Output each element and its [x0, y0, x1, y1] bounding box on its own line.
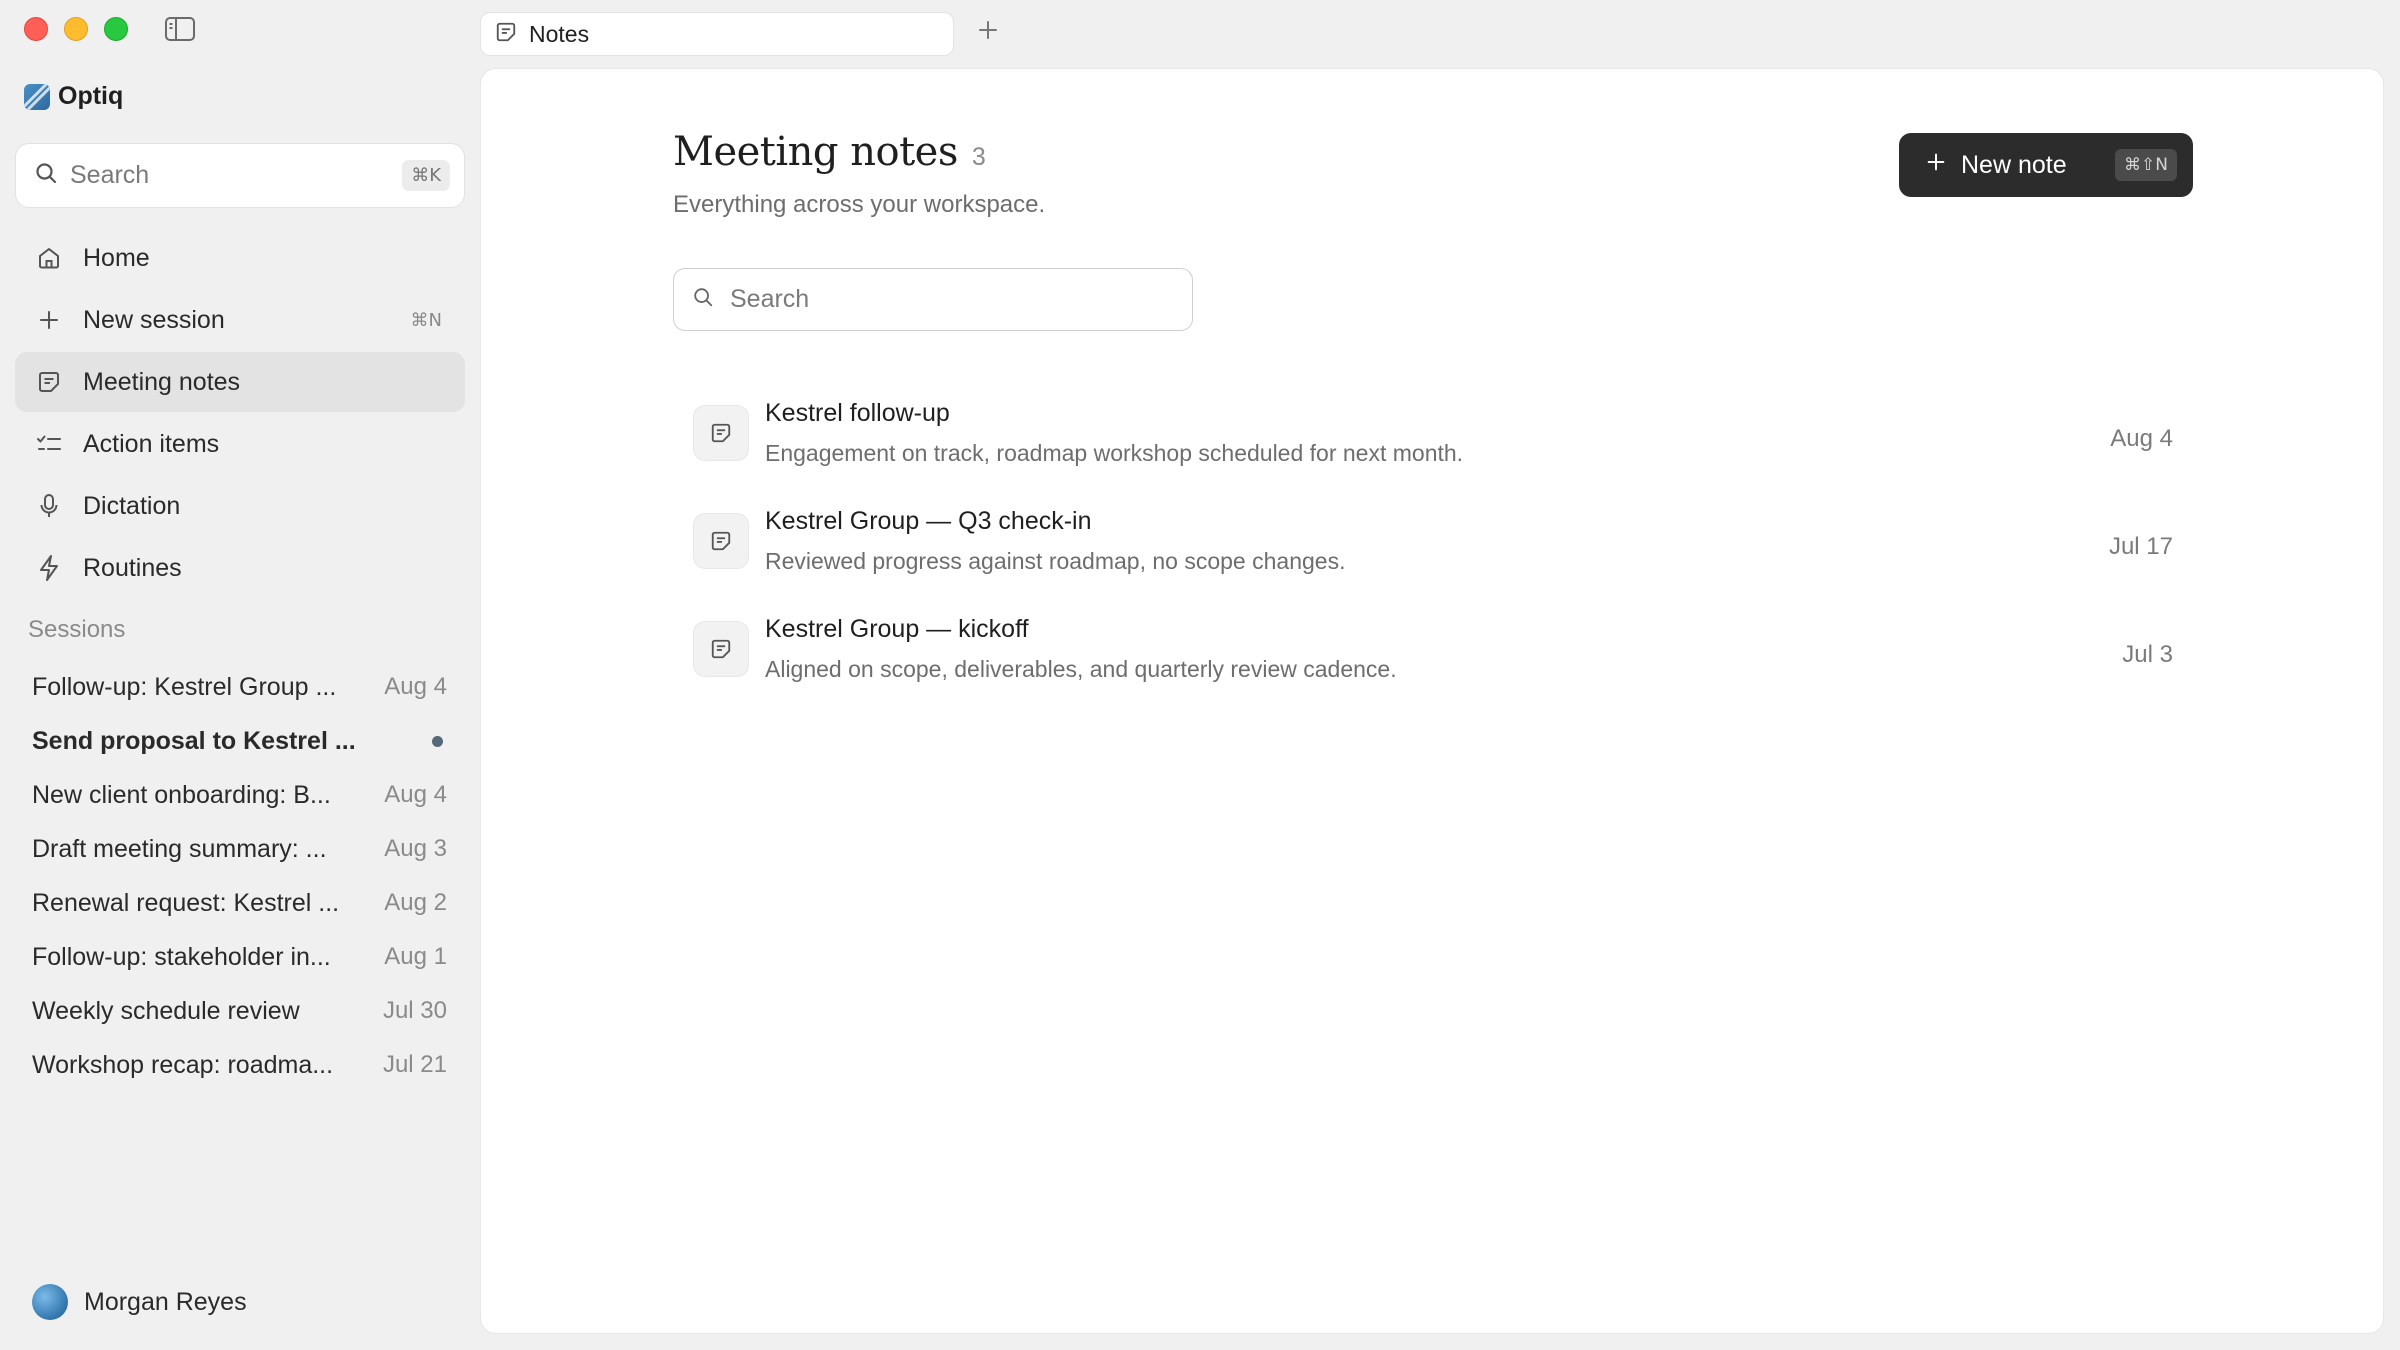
sidebar-item-label: Routines — [83, 553, 182, 582]
search-icon — [692, 286, 714, 313]
avatar — [32, 1284, 68, 1320]
new-tab-button[interactable] — [976, 18, 1000, 42]
main-panel: Meeting notes 3 Everything across your w… — [480, 68, 2384, 1334]
session-title: Draft meeting summary: ... — [32, 834, 327, 863]
note-icon — [693, 621, 749, 677]
note-icon — [35, 368, 63, 396]
sidebar-item-label: New session — [83, 305, 225, 334]
new-note-shortcut: ⌘⇧N — [2115, 149, 2177, 181]
session-title: Workshop recap: roadma... — [32, 1050, 334, 1079]
sidebar-nav: Home New session ⌘N Meeting notes Action… — [15, 228, 465, 600]
session-item[interactable]: New client onboarding: B... Aug 4 — [15, 768, 465, 822]
sidebar-item-home[interactable]: Home — [15, 228, 465, 288]
page-title-text: Meeting notes — [673, 129, 958, 175]
microphone-icon — [35, 492, 63, 520]
plus-icon — [35, 306, 63, 334]
sidebar-item-meeting-notes[interactable]: Meeting notes — [15, 352, 465, 412]
list-item[interactable]: Kestrel follow-up Engagement on track, r… — [673, 391, 2193, 499]
sidebar-item-dictation[interactable]: Dictation — [15, 476, 465, 536]
note-icon — [693, 405, 749, 461]
note-body: Kestrel follow-up Engagement on track, r… — [765, 391, 2110, 467]
note-description: Aligned on scope, deliverables, and quar… — [765, 656, 1397, 682]
session-item[interactable]: Renewal request: Kestrel ... Aug 2 — [15, 876, 465, 930]
sidebar-item-new-session[interactable]: New session ⌘N — [15, 290, 465, 350]
tab-notes[interactable]: Notes — [480, 12, 954, 56]
sidebar-item-label: Home — [83, 243, 150, 272]
page-title: Meeting notes 3 — [673, 129, 986, 175]
tab-label: Notes — [529, 20, 590, 47]
sidebar-search-placeholder: Search — [70, 161, 150, 189]
note-body: Kestrel Group — Q3 check-in Reviewed pro… — [765, 499, 2109, 575]
sidebar-item-routines[interactable]: Routines — [15, 538, 465, 598]
session-title: New client onboarding: B... — [32, 780, 331, 809]
session-title: Follow-up: stakeholder in... — [32, 942, 331, 971]
session-date: Aug 4 — [384, 673, 447, 700]
list-item[interactable]: Kestrel Group — Q3 check-in Reviewed pro… — [673, 499, 2193, 607]
note-description: Engagement on track, roadmap workshop sc… — [765, 440, 1464, 466]
unread-dot — [432, 735, 443, 747]
brand[interactable]: Optiq — [24, 82, 123, 111]
sidebar-item-action-items[interactable]: Action items — [15, 414, 465, 474]
app-name: Optiq — [58, 82, 124, 110]
session-title: Renewal request: Kestrel ... — [32, 888, 340, 917]
sidebar: Optiq Search ⌘K Home New session ⌘N Meet… — [0, 0, 478, 1350]
page-subtitle: Everything across your workspace. — [673, 191, 1046, 218]
note-icon — [495, 21, 517, 48]
note-date: Jul 3 — [2122, 641, 2173, 668]
notes-search-input[interactable]: Search — [673, 268, 1193, 331]
session-date: Aug 3 — [384, 835, 447, 862]
session-item[interactable]: Follow-up: Kestrel Group ... Aug 4 — [15, 660, 465, 714]
notes-search-placeholder: Search — [730, 285, 810, 313]
session-item[interactable]: Send proposal to Kestrel ... — [15, 714, 465, 768]
new-note-button[interactable]: New note ⌘⇧N — [1899, 133, 2193, 197]
sidebar-item-label: Dictation — [83, 491, 181, 520]
user-name: Morgan Reyes — [84, 1287, 247, 1316]
notes-list: Kestrel follow-up Engagement on track, r… — [673, 391, 2193, 715]
note-title: Kestrel Group — kickoff — [765, 615, 1029, 643]
home-icon — [35, 244, 63, 272]
search-shortcut: ⌘K — [402, 160, 450, 191]
note-body: Kestrel Group — kickoff Aligned on scope… — [765, 607, 2122, 683]
session-item[interactable]: Follow-up: stakeholder in... Aug 1 — [15, 930, 465, 984]
list-item[interactable]: Kestrel Group — kickoff Aligned on scope… — [673, 607, 2193, 715]
session-item[interactable]: Weekly schedule review Jul 30 — [15, 984, 465, 1038]
sidebar-search[interactable]: Search ⌘K — [15, 143, 465, 208]
checklist-icon — [35, 430, 63, 458]
session-date: Jul 21 — [382, 1051, 447, 1078]
bolt-icon — [35, 554, 63, 582]
sessions-heading: Sessions — [28, 616, 126, 643]
session-date: Aug 1 — [384, 943, 447, 970]
note-description: Reviewed progress against roadmap, no sc… — [765, 548, 1346, 574]
note-icon — [693, 513, 749, 569]
sidebar-item-label: Meeting notes — [83, 367, 241, 396]
note-date: Aug 4 — [2110, 425, 2173, 452]
session-title: Send proposal to Kestrel ... — [32, 726, 356, 755]
sessions-list: Follow-up: Kestrel Group ... Aug 4 Send … — [15, 660, 465, 1092]
session-title: Follow-up: Kestrel Group ... — [32, 672, 337, 701]
session-date: Aug 4 — [384, 781, 447, 808]
notes-count: 3 — [971, 143, 986, 171]
note-title: Kestrel Group — Q3 check-in — [765, 507, 1092, 535]
search-icon — [34, 161, 58, 190]
app-window: Optiq Search ⌘K Home New session ⌘N Meet… — [0, 0, 2400, 1350]
plus-icon — [1925, 151, 1947, 180]
note-title: Kestrel follow-up — [765, 399, 950, 427]
session-date: Aug 2 — [384, 889, 447, 916]
new-note-label: New note — [1961, 150, 2067, 179]
session-date: Jul 30 — [382, 997, 447, 1024]
sidebar-item-label: Action items — [83, 429, 220, 458]
session-item[interactable]: Workshop recap: roadma... Jul 21 — [15, 1038, 465, 1092]
session-title: Weekly schedule review — [32, 996, 300, 1025]
new-session-shortcut: ⌘N — [410, 309, 442, 331]
note-date: Jul 17 — [2108, 533, 2173, 560]
session-item[interactable]: Draft meeting summary: ... Aug 3 — [15, 822, 465, 876]
user-profile[interactable]: Morgan Reyes — [32, 1284, 247, 1320]
optiq-logo-icon — [24, 83, 50, 110]
